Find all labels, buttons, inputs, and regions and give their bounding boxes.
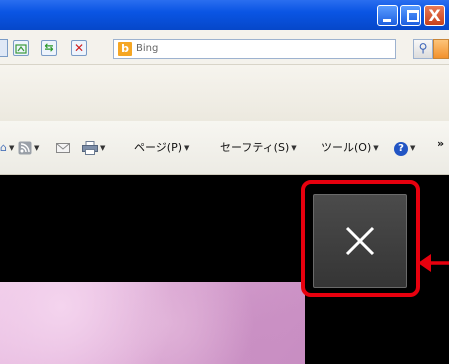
- safety-menu[interactable]: セーフティ(S) ▼: [220, 141, 297, 155]
- favorites-bar: [0, 65, 449, 121]
- search-icon[interactable]: ⚲: [413, 39, 433, 59]
- search-options-dropdown[interactable]: [433, 39, 449, 59]
- chevron-down-icon: ▼: [410, 144, 416, 152]
- restore-button[interactable]: [400, 5, 421, 26]
- window-close-button[interactable]: X: [424, 5, 445, 26]
- restore-icon: [407, 10, 419, 22]
- chevron-down-icon: ▼: [373, 144, 379, 152]
- chevron-down-icon: ▼: [100, 144, 106, 152]
- chevron-down-icon: ▼: [184, 144, 190, 152]
- search-placeholder: Bing: [136, 43, 159, 54]
- chevron-down-icon: ▼: [8, 144, 15, 152]
- more-commands-button[interactable]: »: [437, 137, 444, 151]
- address-field-edge[interactable]: [0, 39, 8, 57]
- bing-logo: b: [118, 42, 132, 56]
- photo-image: [0, 282, 305, 364]
- page-menu-label: ページ(P): [134, 141, 182, 154]
- stop-icon[interactable]: ✕: [71, 40, 87, 56]
- help-icon: ?: [394, 142, 408, 156]
- search-input[interactable]: b Bing: [113, 39, 396, 59]
- address-toolbar: ⇆ ✕ b Bing ⚲: [0, 30, 449, 65]
- minimize-icon: [383, 19, 391, 22]
- title-bar: X: [0, 0, 449, 30]
- mail-icon: [56, 143, 70, 153]
- highlight-box: [301, 180, 420, 297]
- tools-menu-label: ツール(O): [321, 141, 372, 154]
- print-button[interactable]: ▼: [82, 141, 105, 155]
- printer-icon: [82, 141, 98, 155]
- refresh-icon[interactable]: ⇆: [41, 40, 57, 56]
- chevron-down-icon: ▼: [34, 144, 40, 152]
- close-icon: X: [428, 6, 441, 25]
- page-menu[interactable]: ページ(P) ▼: [134, 141, 189, 155]
- chevron-down-icon: ▼: [291, 144, 297, 152]
- pointer-arrow-icon: [418, 254, 449, 272]
- minimize-button[interactable]: [377, 5, 398, 26]
- read-mail-button[interactable]: [56, 141, 70, 155]
- tools-menu[interactable]: ツール(O) ▼: [321, 141, 379, 155]
- safety-menu-label: セーフティ(S): [220, 141, 290, 154]
- compatibility-view-icon[interactable]: [13, 40, 29, 56]
- help-menu[interactable]: ? ▼: [394, 141, 415, 156]
- home-button[interactable]: ⌂ ▼: [0, 141, 14, 155]
- rss-icon: [18, 141, 32, 155]
- feeds-button[interactable]: ▼: [18, 141, 39, 155]
- command-bar: ⌂ ▼ ▼ ▼ ページ(P) ▼ セーフティ(S) ▼ ツール(O) ▼ ? ▼ »: [0, 121, 449, 175]
